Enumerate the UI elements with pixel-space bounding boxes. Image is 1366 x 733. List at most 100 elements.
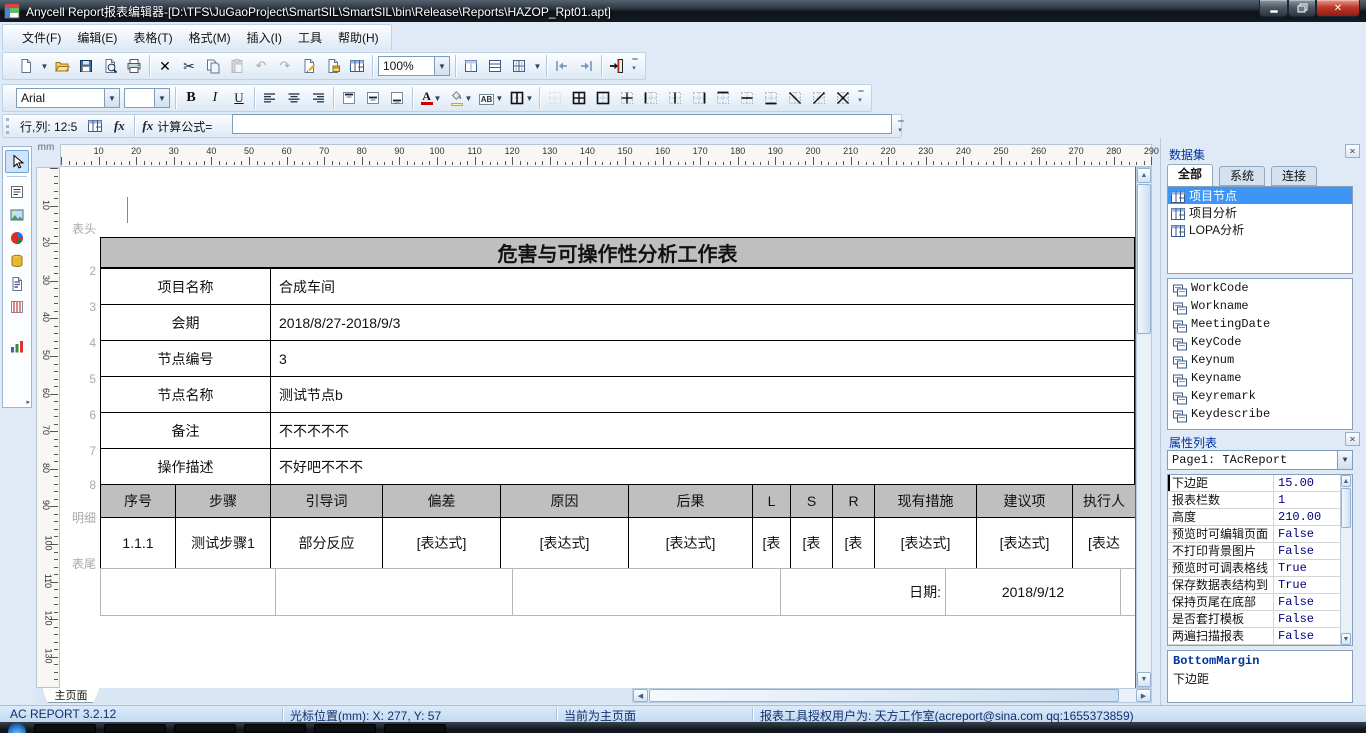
toolbar-overflow-icon[interactable]: ▔▾ xyxy=(895,116,907,140)
scroll-down-icon[interactable]: ▼ xyxy=(1341,633,1351,645)
menu-edit[interactable]: 编辑(E) xyxy=(69,26,125,49)
fx-button[interactable]: fx xyxy=(107,114,131,138)
border-diag-both-button[interactable] xyxy=(831,86,855,110)
property-row[interactable]: 是否套打模板False xyxy=(1168,611,1352,628)
grid-header-cell[interactable]: 现有措施 xyxy=(875,485,977,518)
chevron-down-icon[interactable]: ▼ xyxy=(38,54,50,78)
grid-header-cell[interactable]: 引导词 xyxy=(271,485,383,518)
field-item[interactable]: Keyname xyxy=(1168,369,1352,387)
grid-detail-cell[interactable]: [表达式] xyxy=(629,518,753,569)
grid-detail-cell[interactable]: [表达式] xyxy=(875,518,977,569)
border-right-button[interactable] xyxy=(687,86,711,110)
border-all-button[interactable] xyxy=(567,86,591,110)
menu-help[interactable]: 帮助(H) xyxy=(330,26,387,49)
open-button[interactable] xyxy=(50,54,74,78)
font-size-combo[interactable]: ▼ xyxy=(124,88,170,108)
property-row[interactable]: 预览时可编辑页面False xyxy=(1168,526,1352,543)
info-value-cell[interactable]: 2018/8/27-2018/9/3 xyxy=(271,305,1135,341)
property-row[interactable]: 报表栏数1 xyxy=(1168,492,1352,509)
grid-detail-cell[interactable]: [表达式] xyxy=(383,518,501,569)
grid-header-cell[interactable]: R xyxy=(833,485,875,518)
grid-header-cell[interactable]: 序号 xyxy=(101,485,176,518)
grid-header-cell[interactable]: 步骤 xyxy=(176,485,271,518)
property-row[interactable]: 保存数据表结构到True xyxy=(1168,577,1352,594)
toolbar-overflow-icon[interactable]: ▔▾ xyxy=(855,86,867,110)
grid-detail-cell[interactable]: [表达 xyxy=(1073,518,1136,569)
text-direction-button[interactable]: AB▼ xyxy=(476,86,506,110)
info-value-cell[interactable]: 不不不不不 xyxy=(271,413,1135,449)
border-inner-h-button[interactable] xyxy=(735,86,759,110)
close-button[interactable]: ✕ xyxy=(1316,0,1360,17)
page-tab[interactable]: 主页面 xyxy=(42,688,100,703)
formula-input[interactable] xyxy=(232,114,892,134)
align-center-button[interactable] xyxy=(282,86,306,110)
report-page[interactable]: 表头2345678明细表尾 危害与可操作性分析工作表 项目名称合成车间会期201… xyxy=(60,167,1136,688)
valign-middle-button[interactable] xyxy=(361,86,385,110)
page-setup-button[interactable] xyxy=(459,54,483,78)
tool-pie-chart[interactable] xyxy=(5,226,29,249)
italic-button[interactable]: I xyxy=(203,86,227,110)
field-item[interactable]: Keyremark xyxy=(1168,387,1352,405)
minimize-button[interactable] xyxy=(1259,0,1288,17)
grid-detail-cell[interactable]: 部分反应 xyxy=(271,518,383,569)
chevron-down-icon[interactable]: ▼ xyxy=(526,94,534,103)
scroll-left-icon[interactable]: ◀ xyxy=(633,689,648,702)
border-diag-up-button[interactable] xyxy=(807,86,831,110)
copy-button[interactable] xyxy=(201,54,225,78)
menu-format[interactable]: 格式(M) xyxy=(181,26,239,49)
border-outer-button[interactable] xyxy=(591,86,615,110)
align-left-button[interactable] xyxy=(258,86,282,110)
info-label-cell[interactable]: 项目名称 xyxy=(101,269,271,305)
chevron-down-icon[interactable]: ▼ xyxy=(434,57,449,75)
info-label-cell[interactable]: 备注 xyxy=(101,413,271,449)
menu-insert[interactable]: 插入(I) xyxy=(239,26,290,49)
font-color-button[interactable]: A▼ xyxy=(416,86,446,110)
dataset-tab-3[interactable]: 连接 xyxy=(1271,166,1317,186)
cut-button[interactable]: ✂ xyxy=(177,54,201,78)
date-label-cell[interactable]: 日期: xyxy=(781,569,946,616)
menu-file[interactable]: 文件(F) xyxy=(14,26,69,49)
property-row[interactable]: 下边距15.00 xyxy=(1168,475,1352,492)
undo-button[interactable]: ↶ xyxy=(249,54,273,78)
tool-image[interactable] xyxy=(5,203,29,226)
border-bottom-button[interactable] xyxy=(759,86,783,110)
report-title-cell[interactable]: 危害与可操作性分析工作表 xyxy=(100,237,1135,268)
border-diag-down-button[interactable] xyxy=(783,86,807,110)
font-name-combo[interactable]: Arial▼ xyxy=(16,88,120,108)
info-label-cell[interactable]: 操作描述 xyxy=(101,449,271,485)
border-cross-button[interactable] xyxy=(615,86,639,110)
scroll-right-icon[interactable]: ▶ xyxy=(1136,689,1151,702)
border-inner-v-button[interactable] xyxy=(663,86,687,110)
menu-table[interactable]: 表格(T) xyxy=(125,26,180,49)
border-left-button[interactable] xyxy=(639,86,663,110)
tool-barcode[interactable] xyxy=(5,249,29,272)
fill-color-button[interactable]: ▼ xyxy=(446,86,476,110)
field-item[interactable]: Keydescribe xyxy=(1168,405,1352,423)
info-value-cell[interactable]: 不好吧不不不 xyxy=(271,449,1135,485)
toolbox-expand-icon[interactable]: ▸ xyxy=(26,398,30,406)
hscroll-thumb[interactable] xyxy=(649,689,1119,702)
redo-button[interactable]: ↷ xyxy=(273,54,297,78)
chevron-down-icon[interactable]: ▼ xyxy=(465,94,473,103)
border-none-button[interactable] xyxy=(543,86,567,110)
property-row[interactable]: 两遍扫描报表False xyxy=(1168,628,1352,645)
property-row[interactable]: 不打印背景图片False xyxy=(1168,543,1352,560)
chevron-down-icon[interactable]: ▼ xyxy=(531,54,543,78)
dataset-tab-1[interactable]: 全部 xyxy=(1167,164,1213,186)
dataset-table-item[interactable]: 项目分析 xyxy=(1168,204,1352,221)
footer-cell[interactable] xyxy=(513,569,781,616)
grid-header-cell[interactable]: 后果 xyxy=(629,485,753,518)
pg-thumb[interactable] xyxy=(1341,488,1351,528)
indent-left-button[interactable] xyxy=(550,54,574,78)
dataset-table-item[interactable]: 项目节点 xyxy=(1168,187,1352,204)
chevron-down-icon[interactable]: ▼ xyxy=(1337,451,1352,469)
chevron-down-icon[interactable]: ▼ xyxy=(104,89,119,107)
scroll-up-icon[interactable]: ▲ xyxy=(1341,475,1351,487)
tool-chart[interactable] xyxy=(5,334,29,357)
field-item[interactable]: KeyCode xyxy=(1168,333,1352,351)
grid-detail-cell[interactable]: [表 xyxy=(753,518,791,569)
insert-script-button[interactable] xyxy=(297,54,321,78)
info-value-cell[interactable]: 合成车间 xyxy=(271,269,1135,305)
tool-text-box[interactable] xyxy=(5,180,29,203)
chevron-down-icon[interactable]: ▼ xyxy=(434,94,442,103)
